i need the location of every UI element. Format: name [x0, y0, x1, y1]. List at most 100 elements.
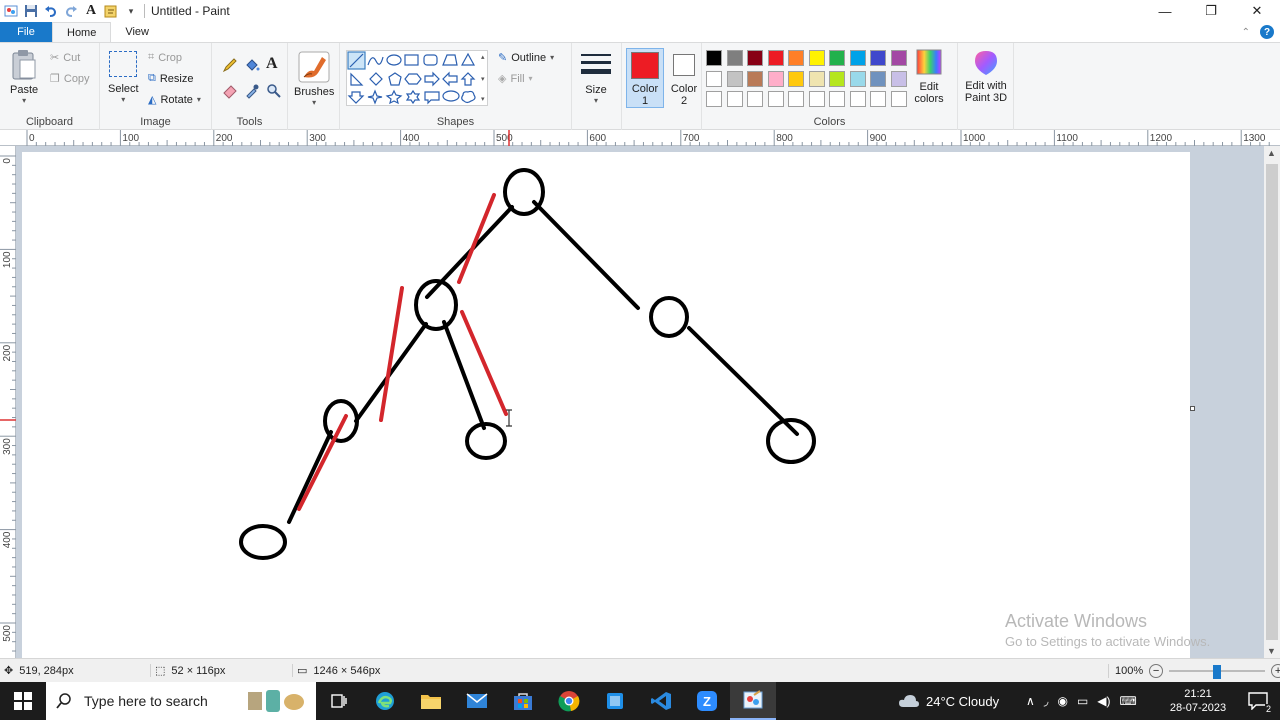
vscode-icon[interactable]	[638, 682, 684, 720]
resize-button[interactable]: ⧉ Resize	[148, 72, 193, 85]
eraser-icon[interactable]	[222, 83, 238, 99]
text-tool-qat-icon[interactable]: A	[84, 4, 98, 18]
palette-swatch[interactable]	[829, 50, 845, 66]
palette-swatch[interactable]	[870, 91, 886, 107]
store-icon[interactable]	[500, 682, 546, 720]
palette-swatch[interactable]	[706, 91, 722, 107]
select-button[interactable]: Select ▾	[108, 51, 139, 104]
color2-button[interactable]: Color 2	[668, 48, 700, 107]
brushes-button[interactable]: Brushes ▾	[294, 51, 334, 107]
restore-icon[interactable]: ❐	[1188, 0, 1234, 22]
meet-now-icon[interactable]: ◉	[1057, 694, 1067, 708]
outline-button[interactable]: ✎ Outline ▾	[498, 51, 554, 65]
zoom-slider-thumb[interactable]	[1213, 664, 1222, 679]
undo-icon[interactable]	[44, 4, 58, 18]
collapse-ribbon-icon[interactable]: ⌃	[1242, 27, 1250, 38]
palette-swatch[interactable]	[849, 50, 866, 66]
palette-swatch[interactable]	[808, 91, 825, 107]
mail-icon[interactable]	[454, 682, 500, 720]
network-icon[interactable]: ◞	[1044, 694, 1049, 708]
magnifier-icon[interactable]	[266, 83, 282, 99]
tray-overflow-chevron-icon[interactable]: ∧	[1026, 694, 1035, 708]
properties-icon[interactable]	[104, 4, 118, 18]
drawing-canvas[interactable]	[22, 152, 1190, 658]
battery-icon[interactable]: ▭	[1077, 694, 1088, 708]
palette-swatch[interactable]	[890, 50, 907, 66]
close-icon[interactable]: ✕	[1234, 0, 1280, 22]
palette-swatch[interactable]	[890, 91, 907, 107]
customize-qat-chevron-icon[interactable]: ▾	[124, 4, 138, 18]
scroll-down-icon[interactable]: ▼	[1267, 646, 1276, 656]
palette-swatch[interactable]	[808, 70, 825, 87]
edit-with-paint3d-button[interactable]: Edit with Paint 3D	[960, 49, 1012, 104]
tab-file[interactable]: File	[0, 22, 52, 42]
palette-swatch[interactable]	[788, 50, 804, 66]
palette-swatch[interactable]	[849, 91, 866, 107]
palette-swatch[interactable]	[829, 91, 845, 107]
copy-button[interactable]: ❐ Copy	[50, 72, 90, 86]
scroll-up-icon[interactable]: ▲	[1267, 148, 1276, 158]
zoom-app-icon[interactable]: Z	[684, 682, 730, 720]
blue-app-icon[interactable]	[592, 682, 638, 720]
palette-swatch[interactable]	[808, 50, 825, 66]
clock[interactable]: 21:21 28-07-2023	[1166, 682, 1230, 720]
palette-swatch[interactable]	[788, 70, 804, 87]
palette-swatch[interactable]	[706, 50, 722, 66]
palette-swatch[interactable]	[767, 91, 784, 107]
rotate-button[interactable]: ◭ Rotate ▾	[148, 93, 201, 107]
redo-icon[interactable]	[64, 4, 78, 18]
palette-swatch[interactable]	[747, 50, 763, 66]
palette-swatch[interactable]	[829, 70, 845, 87]
chrome-icon[interactable]	[546, 682, 592, 720]
scrollbar-thumb[interactable]	[1266, 164, 1278, 640]
palette-swatch[interactable]	[788, 91, 804, 107]
edge-browser-icon[interactable]	[362, 682, 408, 720]
pencil-icon[interactable]	[222, 57, 238, 73]
palette-swatch[interactable]	[890, 70, 907, 87]
task-view-icon[interactable]	[316, 682, 362, 720]
palette-swatch[interactable]	[726, 70, 743, 87]
save-icon[interactable]	[24, 4, 38, 18]
palette-swatch[interactable]	[870, 70, 886, 87]
color-picker-icon[interactable]	[244, 83, 260, 99]
size-button[interactable]: Size ▾	[580, 51, 612, 105]
edit-colors-button[interactable]: Edit colors	[912, 49, 946, 105]
paint3d-icon	[973, 49, 999, 80]
paste-button[interactable]: Paste ▾	[10, 49, 38, 105]
keyboard-icon[interactable]: ⌨	[1120, 694, 1137, 708]
palette-swatch[interactable]	[767, 70, 784, 87]
palette-swatch[interactable]	[747, 91, 763, 107]
taskbar-search-input[interactable]: Type here to search	[46, 682, 316, 720]
palette-swatch[interactable]	[726, 50, 743, 66]
tab-home[interactable]: Home	[52, 22, 112, 42]
color1-button[interactable]: Color 1	[626, 48, 664, 108]
paint-taskbar-icon[interactable]	[730, 682, 776, 720]
text-icon[interactable]: A	[266, 55, 278, 73]
shapes-gallery[interactable]: ▴ ▾ ▾	[346, 50, 488, 106]
canvas-resize-handle-right[interactable]	[1190, 406, 1195, 411]
palette-swatch[interactable]	[870, 50, 886, 66]
palette-swatch[interactable]	[726, 91, 743, 107]
crop-button[interactable]: ⌗ Crop	[148, 51, 182, 64]
volume-icon[interactable]: ◀)	[1097, 694, 1110, 708]
vertical-scrollbar[interactable]: ▲ ▼	[1264, 146, 1280, 658]
cut-button[interactable]: ✂ Cut	[50, 51, 80, 65]
zoom-in-icon[interactable]: +	[1271, 663, 1280, 678]
palette-swatch[interactable]	[767, 50, 784, 66]
tab-view[interactable]: View	[111, 22, 163, 42]
fill-bucket-icon[interactable]	[244, 57, 260, 73]
zoom-slider[interactable]	[1169, 664, 1266, 679]
palette-swatch[interactable]	[706, 70, 722, 87]
help-icon[interactable]: ?	[1260, 25, 1274, 39]
palette-swatch[interactable]	[747, 70, 763, 87]
weather-widget[interactable]: 24°C Cloudy	[898, 682, 999, 720]
file-explorer-icon[interactable]	[408, 682, 454, 720]
zoom-out-icon[interactable]: −	[1149, 663, 1164, 678]
minimize-icon[interactable]: —	[1142, 0, 1188, 22]
notification-center-icon[interactable]: 2	[1238, 682, 1278, 720]
start-button[interactable]	[0, 682, 46, 720]
svg-text:▾: ▾	[481, 76, 485, 83]
fill-button[interactable]: ◈ Fill ▾	[498, 72, 533, 86]
palette-swatch[interactable]	[849, 70, 866, 87]
quick-access-toolbar: A ▾	[0, 4, 138, 18]
